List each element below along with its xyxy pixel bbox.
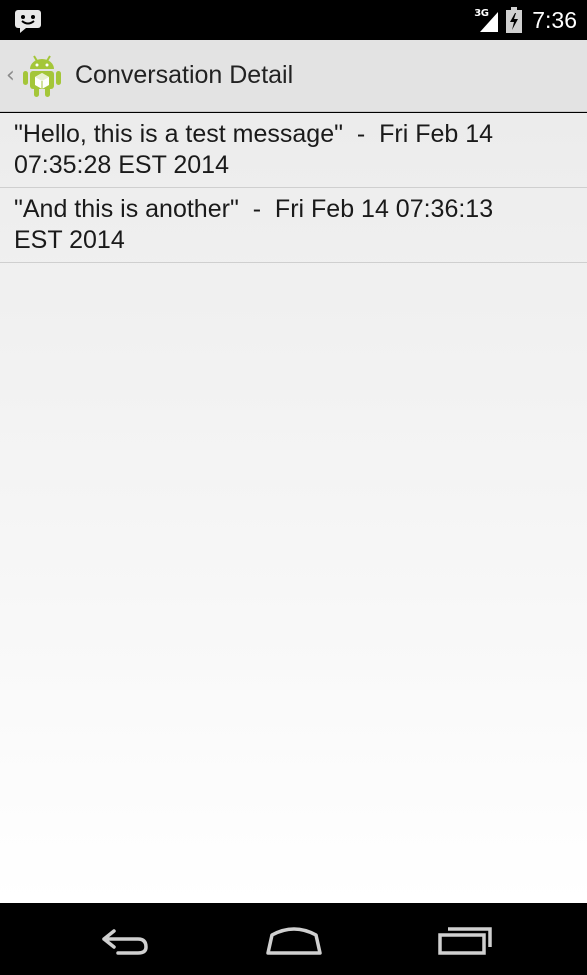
recent-apps-icon[interactable]: [434, 917, 498, 961]
status-bar: 3G 7:36: [0, 0, 587, 40]
list-item[interactable]: "Hello, this is a test message" - Fri Fe…: [0, 113, 587, 188]
action-bar: ‹ Conversation Detail: [0, 40, 587, 112]
android-app-icon[interactable]: [22, 54, 62, 98]
home-icon[interactable]: [262, 917, 326, 961]
status-indicators: 3G 7:36: [474, 0, 577, 40]
battery-icon: [506, 7, 523, 33]
page-title: Conversation Detail: [75, 61, 294, 89]
message-notification-icon[interactable]: [14, 9, 42, 33]
signal-icon: [480, 12, 499, 32]
up-chevron-icon[interactable]: ‹: [6, 40, 20, 112]
signal-indicator: 3G: [474, 6, 500, 34]
clock: 7:36: [532, 6, 577, 33]
navigation-bar: [0, 903, 587, 975]
conversation-list[interactable]: "Hello, this is a test message" - Fri Fe…: [0, 113, 587, 903]
back-icon[interactable]: [92, 917, 156, 961]
list-item[interactable]: "And this is another" - Fri Feb 14 07:36…: [0, 188, 587, 263]
